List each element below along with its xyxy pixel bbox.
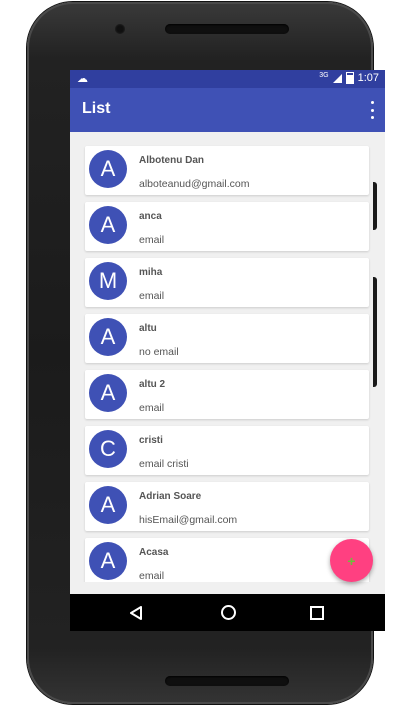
contact-email: email cristi [139, 458, 189, 470]
add-icon: + [347, 552, 356, 569]
avatar: A [89, 542, 127, 580]
home-icon[interactable] [221, 605, 236, 620]
contact-name: Acasa [139, 547, 169, 558]
list-item[interactable]: A Albotenu Dan alboteanud@gmail.com [85, 146, 369, 195]
signal-icon [332, 73, 342, 83]
volume-button [373, 182, 377, 230]
list-item[interactable]: A altu no email [85, 314, 369, 363]
overflow-menu-icon[interactable] [369, 101, 375, 119]
contact-name: altu 2 [139, 379, 166, 390]
contact-name: anca [139, 211, 162, 222]
notification-icon: ☁ [77, 73, 88, 85]
front-camera [115, 24, 125, 34]
list-item[interactable]: A Adrian Soare hisEmail@gmail.com [85, 482, 369, 531]
status-time: 1:07 [357, 72, 379, 84]
contact-email: email [139, 570, 165, 582]
list-item[interactable]: A anca email [85, 202, 369, 251]
avatar: A [89, 374, 127, 412]
avatar: A [89, 206, 127, 244]
list-item[interactable]: A altu 2 email [85, 370, 369, 419]
contact-name: altu [139, 323, 157, 334]
contact-email: email [139, 234, 165, 246]
avatar: A [89, 150, 127, 188]
top-speaker [165, 24, 289, 34]
contact-email: email [139, 290, 165, 302]
contact-email: email [139, 402, 165, 414]
contact-name: Albotenu Dan [139, 155, 204, 166]
battery-icon [345, 72, 354, 84]
contact-email: hisEmail@gmail.com [139, 514, 238, 526]
screen: ☁ 3G 1:07 List A Albotenu Dan alboteanud… [70, 70, 385, 631]
phone-frame: ☁ 3G 1:07 List A Albotenu Dan alboteanud… [27, 2, 385, 704]
navigation-bar [70, 594, 385, 631]
contact-name: miha [139, 267, 163, 278]
contact-name: Adrian Soare [139, 491, 202, 502]
contact-email: alboteanud@gmail.com [139, 178, 250, 190]
network-type: 3G [319, 71, 329, 79]
app-toolbar: List [70, 88, 385, 132]
bottom-speaker [165, 676, 289, 686]
status-bar: ☁ 3G 1:07 [70, 70, 385, 88]
page-title: List [82, 100, 111, 117]
recent-apps-icon[interactable] [310, 606, 324, 620]
add-contact-button[interactable]: + [330, 539, 373, 582]
list-item[interactable]: M miha email [85, 258, 369, 307]
contact-name: cristi [139, 435, 163, 446]
list-item[interactable]: A Acasa email [85, 538, 369, 582]
avatar: A [89, 486, 127, 524]
back-icon[interactable] [130, 606, 142, 620]
contact-email: no email [139, 346, 179, 358]
list-item[interactable]: C cristi email cristi [85, 426, 369, 475]
contact-list[interactable]: A Albotenu Dan alboteanud@gmail.com A an… [70, 132, 385, 582]
avatar: M [89, 262, 127, 300]
avatar: A [89, 318, 127, 356]
avatar: C [89, 430, 127, 468]
power-button [373, 277, 377, 387]
